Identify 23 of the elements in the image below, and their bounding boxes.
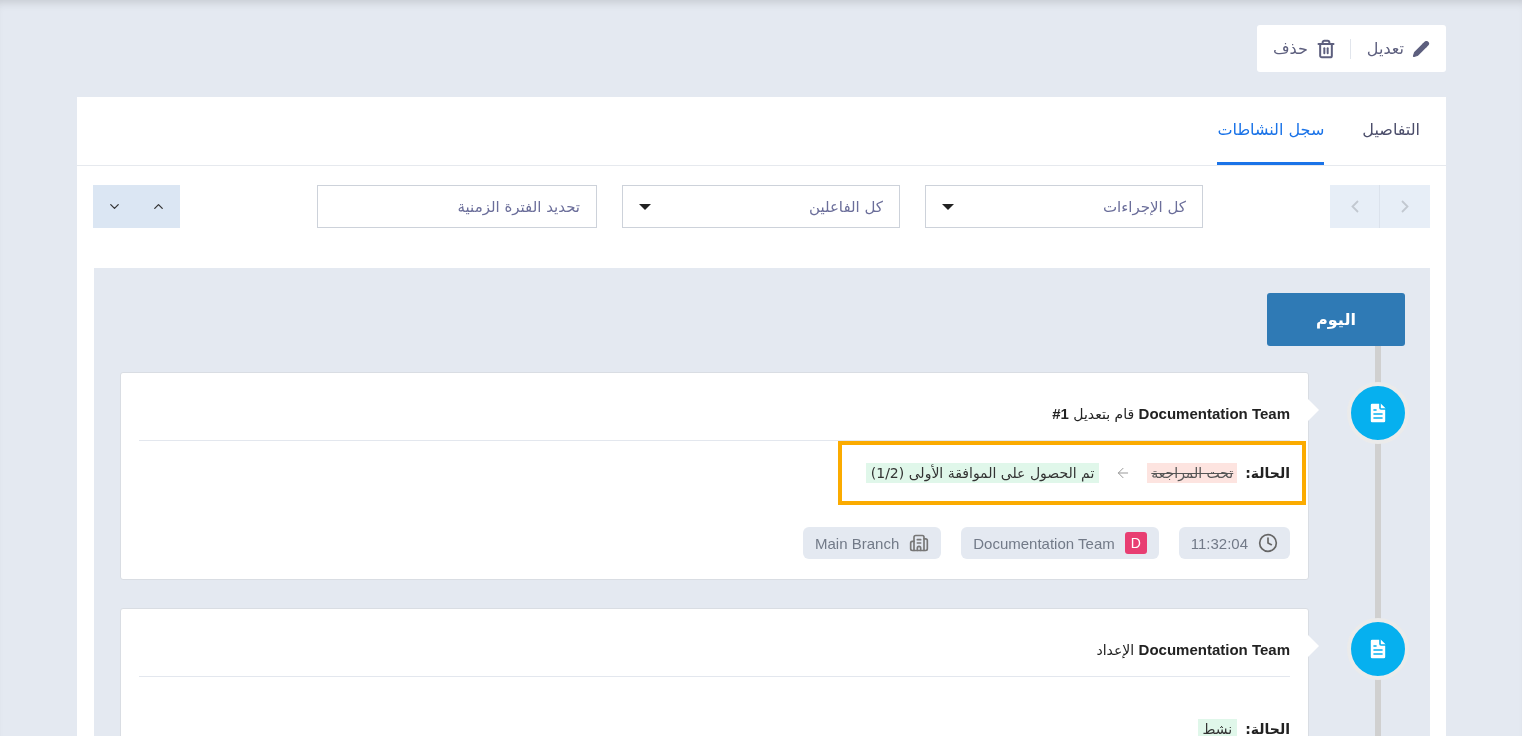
actions-dropdown[interactable]: كل الإجراءات: [925, 185, 1203, 228]
building-icon: [909, 533, 930, 553]
status-label: الحالة:: [1245, 465, 1290, 481]
old-status: تحت المراجعة: [1147, 463, 1238, 483]
chevron-left-icon: [1350, 200, 1359, 213]
clock-icon: [1258, 533, 1278, 553]
tab[interactable]: التفاصيل: [1362, 97, 1420, 165]
edit-button[interactable]: تعديل: [1364, 39, 1432, 58]
status-label: الحالة:: [1245, 721, 1290, 736]
pencil-icon: [1412, 39, 1430, 58]
date-range-field[interactable]: تحديد الفترة الزمنية: [317, 185, 597, 228]
time-chip: 11:32:04: [1178, 527, 1290, 559]
trash-icon: [1315, 38, 1336, 59]
chevron-right-icon: [1401, 200, 1409, 213]
tab[interactable]: سجل النشاطات: [1217, 97, 1325, 165]
actors-dropdown[interactable]: كل الفاعلين: [622, 185, 900, 228]
new-status: نشط: [1197, 719, 1238, 736]
new-status: تم الحصول على الموافقة الأولى (1/2): [865, 463, 1100, 483]
delete-button[interactable]: حذف: [1271, 38, 1351, 59]
user-avatar: D: [1124, 532, 1147, 554]
user-name: Documentation Team: [973, 534, 1115, 552]
branch-chip: Main Branch: [803, 527, 942, 559]
today-button[interactable]: اليوم: [1267, 293, 1405, 346]
